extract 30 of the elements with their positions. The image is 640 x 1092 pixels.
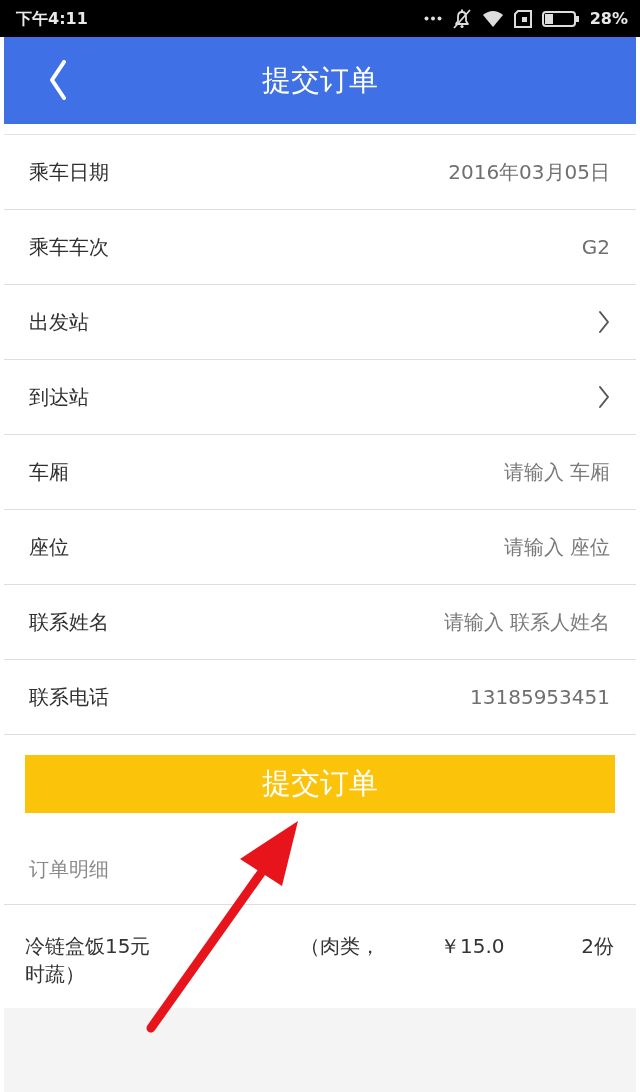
field-label: 联系电话	[29, 684, 109, 711]
field-label: 出发站	[29, 309, 89, 336]
text-input[interactable]: 请输入 座位	[85, 532, 610, 562]
item-name: 冷链盒饭15元 时蔬）	[25, 933, 152, 988]
field-value: 2016年03月05日	[448, 159, 610, 186]
section-title: 订单明细	[29, 855, 109, 883]
more-dots-icon	[423, 16, 442, 21]
field-label: 到达站	[29, 384, 89, 411]
sim-card-icon	[513, 9, 532, 28]
page-title: 提交订单	[262, 61, 378, 99]
field-label: 座位	[29, 534, 69, 561]
status-time: 下午4:11	[16, 7, 88, 30]
field-label: 乘车车次	[29, 234, 109, 261]
chevron-left-icon	[49, 60, 67, 100]
wifi-icon	[481, 9, 504, 28]
text-input[interactable]: 请输入 联系人姓名	[125, 607, 610, 637]
field-label: 乘车日期	[29, 159, 109, 186]
item-quantity: 2份	[581, 933, 614, 960]
item-price: ￥15.0	[440, 933, 506, 960]
chevron-right-icon[interactable]	[598, 385, 610, 409]
field-label: 车厢	[29, 459, 69, 486]
item-detail: （肉类，	[300, 933, 381, 960]
text-input[interactable]: 请输入 车厢	[85, 457, 610, 487]
slashed-bell-icon	[451, 8, 472, 29]
text-input[interactable]: 13185953451	[125, 682, 610, 712]
chevron-right-icon[interactable]	[598, 310, 610, 334]
field-label: 联系姓名	[29, 609, 109, 636]
battery-percentage: 28%	[589, 7, 628, 30]
field-value: G2	[581, 234, 610, 261]
battery-icon	[541, 10, 580, 27]
